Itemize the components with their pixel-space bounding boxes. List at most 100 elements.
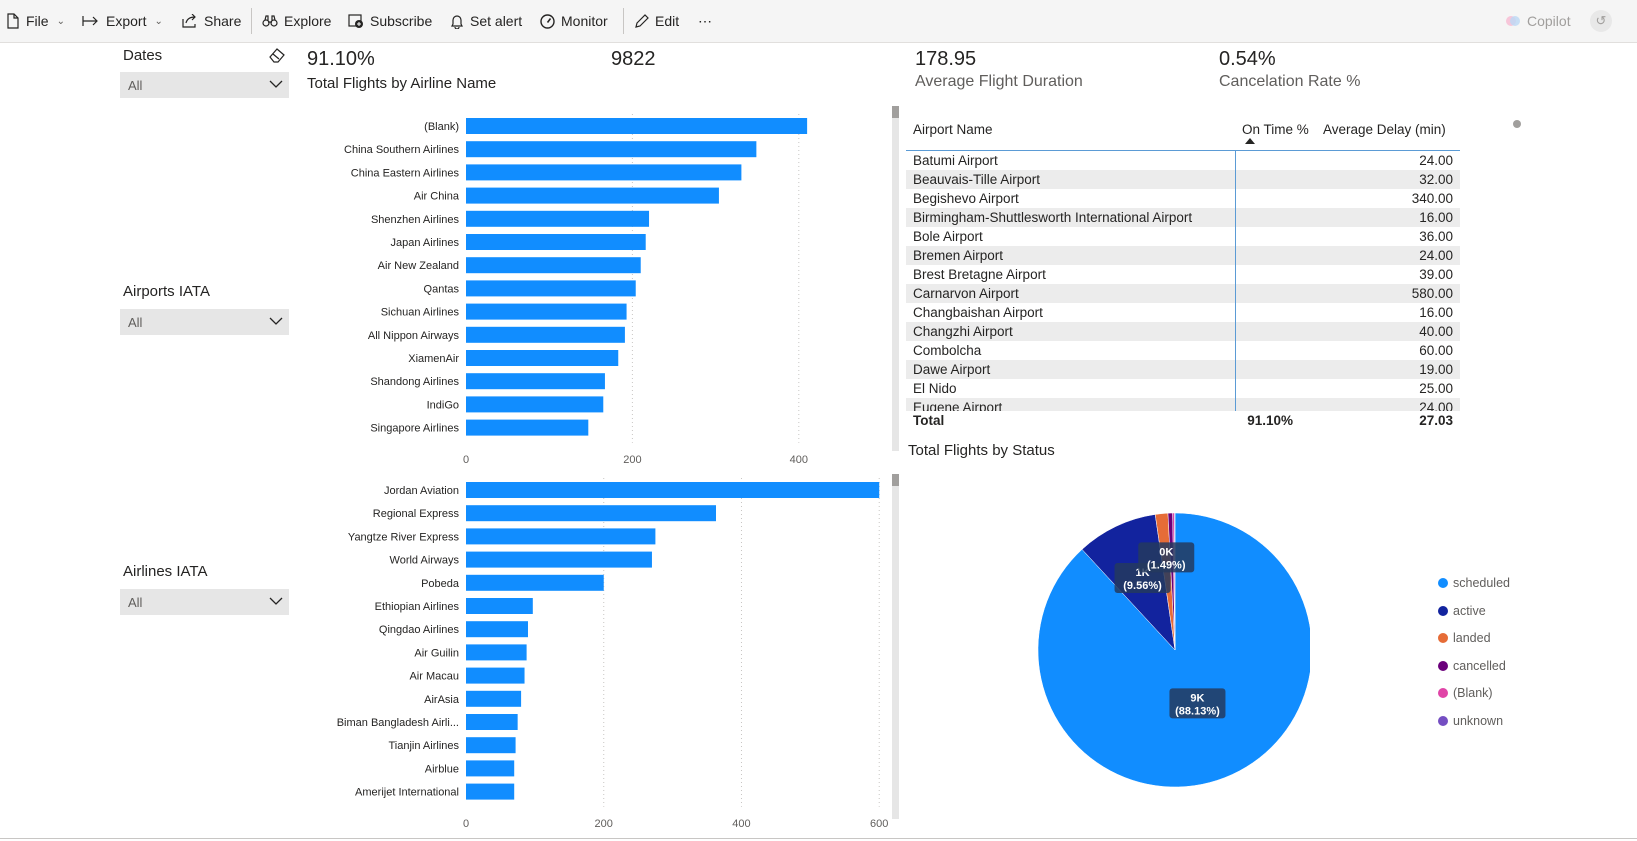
bar[interactable]	[466, 257, 641, 274]
table-row[interactable]: Dawe Airport 19.00	[906, 360, 1460, 379]
bar[interactable]	[466, 551, 652, 568]
airport-name-cell: Carnarvon Airport	[913, 286, 1019, 301]
legend-label: scheduled	[1453, 576, 1510, 590]
bar[interactable]	[466, 210, 650, 227]
legend-item[interactable]: cancelled	[1438, 659, 1506, 673]
legend-item[interactable]: active	[1438, 604, 1486, 618]
bar[interactable]	[466, 419, 589, 436]
category-label: Pobeda	[421, 578, 460, 590]
status-pie-chart: 9K(88.13%)1K(9.56%)0K(1.49%)	[1037, 512, 1310, 788]
eraser-icon[interactable]	[268, 47, 286, 63]
category-label: World Airways	[390, 555, 460, 567]
table-row[interactable]: Batumi Airport 24.00	[906, 151, 1460, 170]
dates-dropdown[interactable]: All	[120, 72, 289, 98]
bar[interactable]	[466, 783, 515, 800]
scrollbar-thumb[interactable]	[892, 106, 899, 118]
bar[interactable]	[466, 373, 605, 390]
legend-item[interactable]: scheduled	[1438, 576, 1510, 590]
column-header-delay[interactable]: Average Delay (min)	[1323, 122, 1446, 137]
table-row[interactable]: Birmingham-Shuttlesworth International A…	[906, 208, 1460, 227]
edit-button[interactable]: Edit	[634, 11, 679, 31]
set-alert-label: Set alert	[470, 13, 523, 29]
data-label: 9K	[1190, 692, 1204, 704]
bar[interactable]	[466, 164, 742, 181]
average-delay-cell: 16.00	[1419, 305, 1453, 320]
monitor-button[interactable]: Monitor	[540, 11, 608, 31]
airport-name-cell: Begishevo Airport	[913, 191, 1019, 206]
bar[interactable]	[466, 234, 646, 250]
bar[interactable]	[466, 714, 518, 730]
table-row[interactable]: Bremen Airport 24.00	[906, 246, 1460, 265]
airline-bar-chart: 0 200 400 (Blank) China Southern Airlines Chi…	[344, 106, 899, 466]
airports-dropdown[interactable]: All	[120, 309, 289, 335]
legend-label: (Blank)	[1453, 686, 1493, 700]
table-row[interactable]: El Nido 25.00	[906, 379, 1460, 398]
x-tick-label: 400	[732, 818, 750, 830]
table-row[interactable]: Changzhi Airport 40.00	[906, 322, 1460, 341]
more-options-button[interactable]: ⋯	[698, 11, 712, 31]
column-divider	[1235, 150, 1236, 430]
bar[interactable]	[466, 187, 719, 204]
bar[interactable]	[466, 482, 880, 498]
category-label: AirAsia	[424, 694, 460, 706]
bar[interactable]	[466, 667, 525, 684]
copilot-button[interactable]: Copilot	[1505, 11, 1571, 31]
table-row[interactable]: Changbaishan Airport 16.00	[906, 303, 1460, 322]
bar[interactable]	[466, 644, 527, 661]
airport-name-cell: Beauvais-Tille Airport	[913, 172, 1041, 187]
category-label: Qantas	[424, 283, 460, 295]
explore-button[interactable]: Explore	[262, 11, 331, 31]
pencil-icon	[635, 13, 649, 28]
set-alert-button[interactable]: Set alert	[450, 11, 522, 31]
bar[interactable]	[466, 141, 757, 158]
subscribe-icon	[348, 14, 363, 28]
file-label: File	[26, 13, 49, 29]
scrollbar-thumb[interactable]	[892, 474, 899, 486]
airport-name-cell: Dawe Airport	[913, 362, 991, 377]
category-label: Airblue	[425, 763, 459, 775]
bar[interactable]	[466, 574, 604, 591]
scrollbar-track[interactable]	[892, 474, 899, 819]
average-delay-cell: 25.00	[1419, 381, 1453, 396]
table-row[interactable]: Brest Bretagne Airport 39.00	[906, 265, 1460, 284]
bar[interactable]	[466, 737, 516, 754]
export-icon	[82, 16, 98, 26]
bar[interactable]	[466, 396, 604, 413]
table-row[interactable]: Beauvais-Tille Airport 32.00	[906, 170, 1460, 189]
bar[interactable]	[466, 690, 522, 707]
table-row[interactable]: Combolcha 60.00	[906, 341, 1460, 360]
bar[interactable]	[466, 621, 528, 638]
legend-item[interactable]: (Blank)	[1438, 686, 1493, 700]
bar[interactable]	[466, 303, 627, 320]
bar[interactable]	[466, 280, 636, 297]
table-row[interactable]: Carnarvon Airport 580.00	[906, 284, 1460, 303]
column-header-airport[interactable]: Airport Name	[913, 122, 993, 137]
x-tick-label: 0	[463, 818, 469, 830]
legend-item[interactable]: landed	[1438, 631, 1491, 645]
category-label: Air New Zealand	[378, 260, 459, 272]
airlines-dropdown[interactable]: All	[120, 589, 289, 615]
undo-button[interactable]: ↺	[1590, 10, 1612, 32]
table-scroll-indicator[interactable]	[1513, 120, 1521, 128]
bar[interactable]	[466, 528, 656, 545]
file-menu[interactable]: File ⌄	[6, 11, 65, 31]
average-delay-cell: 32.00	[1419, 172, 1453, 187]
legend-item[interactable]: unknown	[1438, 714, 1503, 728]
table-row[interactable]: Bole Airport 36.00	[906, 227, 1460, 246]
bar[interactable]	[466, 505, 717, 522]
column-header-on-time[interactable]: On Time %	[1242, 122, 1309, 137]
airport-name-cell: Changzhi Airport	[913, 324, 1013, 339]
bar[interactable]	[466, 760, 515, 777]
bar[interactable]	[466, 598, 533, 614]
bar[interactable]	[466, 118, 808, 134]
export-menu[interactable]: Export ⌄	[82, 11, 163, 31]
bar[interactable]	[466, 326, 625, 343]
scrollbar-track[interactable]	[892, 106, 899, 451]
table-row[interactable]: Begishevo Airport 340.00	[906, 189, 1460, 208]
legend-marker	[1438, 633, 1448, 643]
share-button[interactable]: Share	[182, 11, 241, 31]
bar[interactable]	[466, 350, 619, 366]
subscribe-button[interactable]: Subscribe	[348, 11, 432, 31]
share-label: Share	[204, 13, 242, 29]
category-label: Jordan Aviation	[384, 485, 459, 497]
